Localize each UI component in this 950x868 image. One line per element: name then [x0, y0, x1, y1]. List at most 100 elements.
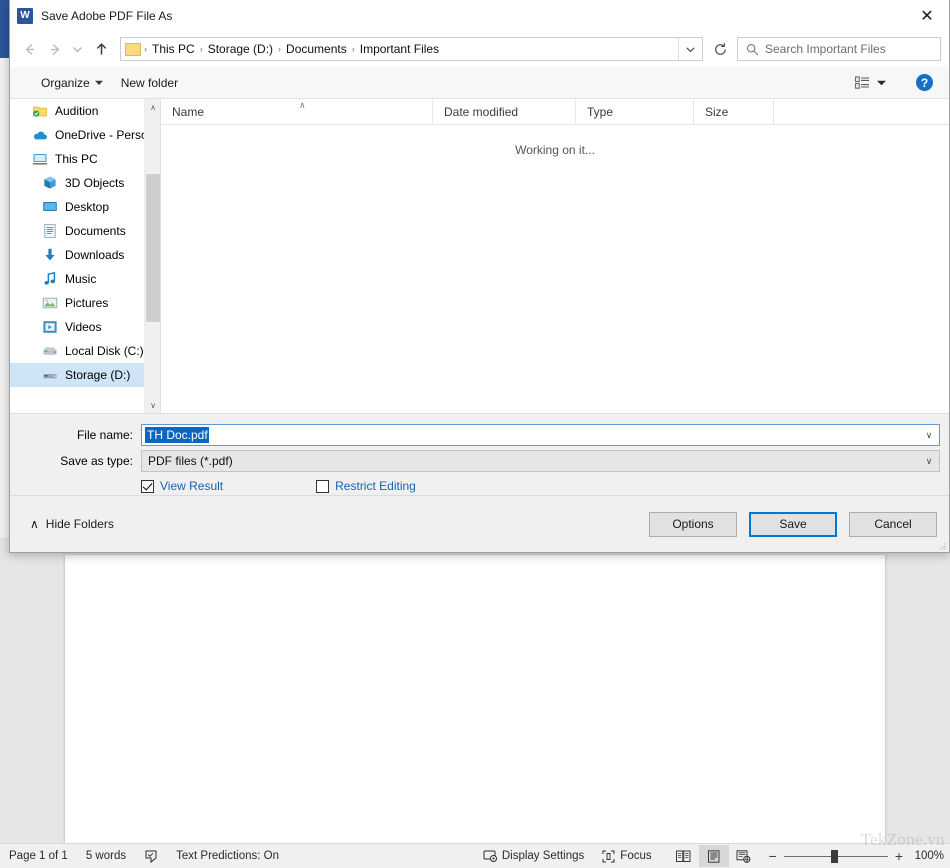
scroll-down-button[interactable]: ∨: [145, 397, 160, 413]
cancel-button[interactable]: Cancel: [849, 511, 937, 537]
scroll-up-button[interactable]: ∧: [145, 99, 160, 116]
print-layout-button[interactable]: [698, 845, 729, 867]
column-header-name[interactable]: Name ∧: [161, 99, 433, 124]
scrollbar-thumb[interactable]: [146, 174, 160, 322]
back-button[interactable]: [16, 36, 42, 62]
zoom-out-button[interactable]: −: [769, 849, 777, 863]
text-predictions-label: Text Predictions: On: [176, 850, 280, 862]
new-folder-button[interactable]: New folder: [112, 71, 187, 95]
zoom-percent-label[interactable]: 100%: [910, 850, 944, 862]
breadcrumb-dropdown-button[interactable]: [678, 38, 702, 60]
hide-folders-label: Hide Folders: [45, 517, 114, 531]
documents-icon: [42, 223, 58, 239]
hide-folders-button[interactable]: ∧ Hide Folders: [30, 517, 114, 531]
status-word-count[interactable]: 5 words: [77, 845, 135, 867]
sidebar-item-downloads[interactable]: Downloads: [10, 243, 160, 267]
restrict-editing-checkbox[interactable]: Restrict Editing: [316, 479, 416, 493]
dialog-title-bar[interactable]: W Save Adobe PDF File As ✕: [10, 0, 949, 31]
breadcrumb-item-storage-d[interactable]: Storage (D:): [204, 42, 277, 56]
navigation-pane-scrollbar[interactable]: ∧ ∨: [144, 99, 160, 413]
word-app-icon: W: [17, 7, 33, 24]
desktop-icon: [42, 199, 58, 215]
column-label: Date modified: [444, 104, 519, 119]
status-text-predictions[interactable]: Text Predictions: On: [167, 845, 288, 867]
status-page-info[interactable]: Page 1 of 1: [0, 845, 77, 867]
up-one-level-button[interactable]: [86, 36, 116, 62]
sidebar-item-pictures[interactable]: Pictures: [10, 291, 160, 315]
sidebar-item-label: Pictures: [65, 296, 109, 310]
forward-button[interactable]: [42, 36, 68, 62]
change-view-button[interactable]: [849, 71, 892, 95]
refresh-button[interactable]: [707, 37, 733, 61]
page-info-label: Page 1 of 1: [9, 850, 68, 862]
sort-ascending-icon: ∧: [299, 100, 306, 110]
dialog-toolbar: Organize New folder ?: [10, 67, 949, 99]
up-arrow-icon: [96, 42, 106, 54]
close-icon[interactable]: ✕: [905, 0, 949, 31]
sidebar-item-local-disk-c[interactable]: Local Disk (C:): [10, 339, 160, 363]
sidebar-item-music[interactable]: Music: [10, 267, 160, 291]
breadcrumb-item-important-files[interactable]: Important Files: [356, 42, 443, 56]
zoom-in-button[interactable]: +: [895, 849, 903, 863]
sidebar-item-storage-d[interactable]: Storage (D:): [10, 363, 160, 387]
sidebar-item-label: 3D Objects: [65, 176, 125, 190]
display-settings-icon: [483, 849, 497, 863]
filename-value: TH Doc.pdf: [145, 427, 209, 443]
address-bar-row: › This PC › Storage (D:) › Documents › I…: [10, 31, 949, 67]
view-result-checkbox[interactable]: View Result: [141, 479, 223, 493]
view-result-label: View Result: [160, 479, 224, 493]
savetype-dropdown[interactable]: PDF files (*.pdf) ∨: [141, 450, 940, 472]
organize-label: Organize: [41, 75, 90, 90]
sidebar-item-videos[interactable]: Videos: [10, 315, 160, 339]
sidebar-item-onedrive[interactable]: OneDrive - Person: [10, 123, 160, 147]
recent-locations-button[interactable]: [68, 36, 86, 62]
restrict-editing-label: Restrict Editing: [335, 479, 416, 493]
zoom-slider-thumb[interactable]: [830, 850, 838, 863]
breadcrumb-item-this-pc[interactable]: This PC: [148, 42, 199, 56]
sidebar-item-this-pc[interactable]: This PC: [10, 147, 160, 171]
status-display-settings[interactable]: Display Settings: [474, 845, 593, 867]
search-input[interactable]: Search Important Files: [737, 37, 941, 61]
chevron-down-icon[interactable]: ∨: [919, 425, 939, 445]
status-proofing[interactable]: [135, 845, 167, 867]
sidebar-item-audition[interactable]: Audition: [10, 99, 160, 123]
footer-button-group: Options Save Cancel: [649, 511, 937, 537]
read-mode-button[interactable]: [669, 845, 699, 867]
options-checkbox-row: View Result Restrict Editing: [10, 479, 949, 493]
sidebar-item-label: Documents: [65, 224, 126, 238]
sidebar-item-label: Audition: [55, 104, 99, 118]
chevron-down-icon[interactable]: ∨: [919, 451, 939, 471]
word-document-page[interactable]: [65, 555, 885, 845]
resize-grip[interactable]: [935, 538, 947, 550]
folder-icon: [125, 42, 141, 56]
sidebar-item-3d-objects[interactable]: 3D Objects: [10, 171, 160, 195]
organize-button[interactable]: Organize: [32, 71, 112, 95]
onedrive-icon: [32, 127, 48, 143]
save-button[interactable]: Save: [749, 511, 837, 537]
breadcrumb[interactable]: › This PC › Storage (D:) › Documents › I…: [120, 37, 703, 61]
focus-label: Focus: [620, 850, 652, 862]
sidebar-item-desktop[interactable]: Desktop: [10, 195, 160, 219]
options-button[interactable]: Options: [649, 511, 737, 537]
help-button[interactable]: ?: [916, 74, 933, 91]
toolbar-right-group: ?: [849, 71, 939, 95]
file-list-pane[interactable]: Name ∧ Date modified Type Size Working o…: [160, 99, 949, 413]
zoom-slider[interactable]: [783, 850, 888, 863]
checkbox-box[interactable]: [141, 479, 154, 493]
file-list-column-header: Name ∧ Date modified Type Size: [161, 99, 949, 125]
savetype-value: PDF files (*.pdf): [148, 454, 233, 468]
navigation-pane: Audition OneDrive - Person This PC 3D Ob…: [10, 99, 160, 413]
checkbox-box[interactable]: [316, 479, 330, 493]
web-layout-icon: [736, 849, 751, 863]
breadcrumb-item-documents[interactable]: Documents: [282, 42, 351, 56]
column-header-type[interactable]: Type: [576, 99, 694, 124]
filename-input[interactable]: TH Doc.pdf ∨: [141, 424, 940, 446]
sidebar-item-documents[interactable]: Documents: [10, 219, 160, 243]
column-header-date-modified[interactable]: Date modified: [433, 99, 576, 124]
downloads-icon: [42, 247, 58, 263]
forward-arrow-icon: [50, 43, 60, 55]
web-layout-button[interactable]: [729, 845, 759, 867]
status-focus-mode[interactable]: Focus: [593, 845, 660, 867]
sidebar-item-label: Videos: [65, 320, 102, 334]
column-header-size[interactable]: Size: [694, 99, 774, 124]
